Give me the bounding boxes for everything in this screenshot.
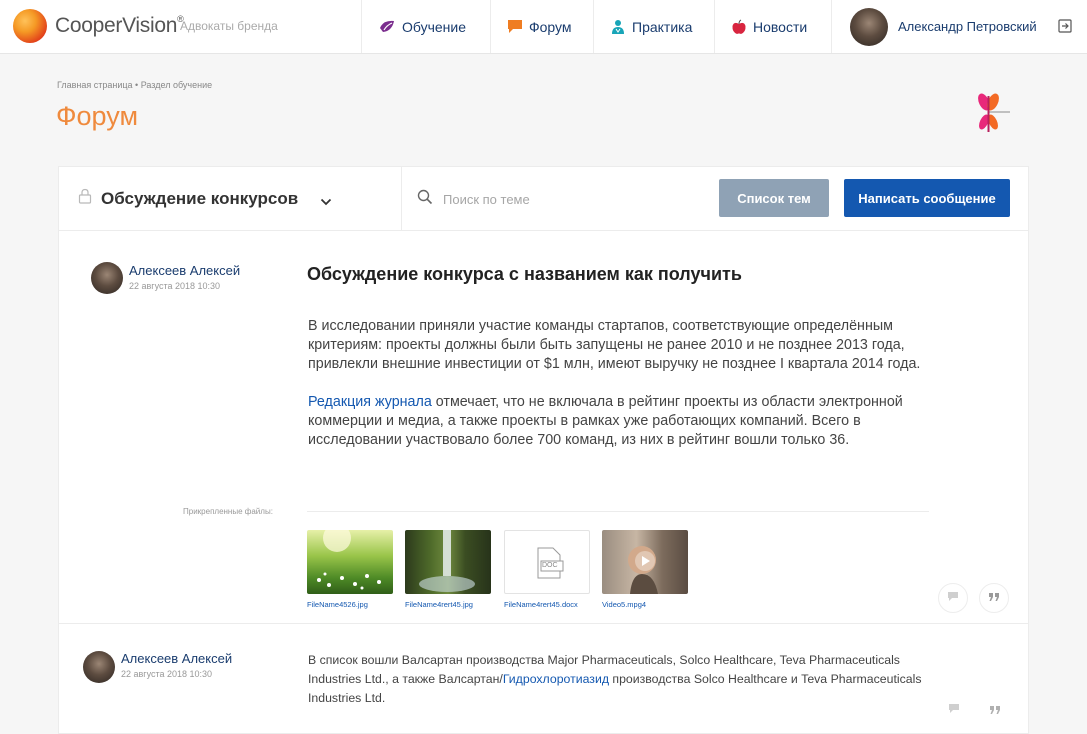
category-label: Обсуждение конкурсов xyxy=(101,188,299,208)
attachment-file[interactable]: Video5.mpg4 xyxy=(602,530,688,609)
graduation-icon xyxy=(378,19,396,35)
attachment-file[interactable]: DOC FileName4rert45.docx xyxy=(504,530,590,609)
topic-list-button[interactable]: Список тем xyxy=(719,179,829,217)
post-date: 22 августа 2018 10:30 xyxy=(121,669,213,679)
lock-icon xyxy=(78,188,92,209)
reply-button[interactable] xyxy=(938,583,968,613)
file-name[interactable]: FileName4526.jpg xyxy=(307,600,393,609)
breadcrumb[interactable]: Главная страница • Раздел обучение xyxy=(57,80,212,90)
image-thumbnail[interactable] xyxy=(307,530,393,594)
post-body: В исследовании приняли участие команды с… xyxy=(308,317,938,469)
apple-icon xyxy=(731,19,747,35)
file-name[interactable]: FileName4rert45.docx xyxy=(504,600,590,609)
write-message-button[interactable]: Написать сообщение xyxy=(844,179,1010,217)
brand-subtitle: Адвокаты бренда xyxy=(180,19,278,33)
quote-icon xyxy=(988,589,1000,607)
nav-item-practice[interactable]: Практика xyxy=(593,0,714,53)
nav-label: Форум xyxy=(529,18,572,35)
attachments-label: Прикрепленные файлы: xyxy=(183,507,273,516)
video-thumbnail[interactable] xyxy=(602,530,688,594)
nav-label: Новости xyxy=(753,18,808,35)
comment-icon xyxy=(947,589,959,607)
image-thumbnail[interactable] xyxy=(405,530,491,594)
author-name[interactable]: Алексеев Алексей xyxy=(121,651,232,666)
page-title: Форум xyxy=(56,101,139,131)
post-paragraph: Редакция журнала отмечает, что не включа… xyxy=(308,393,938,450)
divider xyxy=(307,511,929,512)
file-name[interactable]: Video5.mpg4 xyxy=(602,600,688,609)
post-author: Алексеев Алексей 22 августа 2018 10:30 xyxy=(83,651,232,683)
post-separator xyxy=(59,623,1029,624)
nav-item-news[interactable]: Новости xyxy=(714,0,831,53)
category-dropdown[interactable]: Обсуждение конкурсов xyxy=(59,167,402,230)
post-title: Обсуждение конкурса с названием как полу… xyxy=(307,264,742,284)
doc-badge: DOC xyxy=(542,562,558,569)
drug-link[interactable]: Гидрохлоротиазид xyxy=(503,672,609,686)
quote-icon[interactable] xyxy=(989,702,1001,720)
doctor-icon xyxy=(610,19,626,35)
nav-item-forum[interactable]: Форум xyxy=(490,0,593,53)
author-info: Алексеев Алексей 22 августа 2018 10:30 xyxy=(129,263,240,291)
comment-icon[interactable] xyxy=(948,701,960,719)
file-name[interactable]: FileName4rert45.jpg xyxy=(405,600,491,609)
journal-link[interactable]: Редакция журнала xyxy=(308,394,432,410)
coopervision-logo-icon[interactable] xyxy=(13,9,47,43)
post-date: 22 августа 2018 10:30 xyxy=(129,281,221,291)
chat-icon xyxy=(507,19,523,34)
nav-label: Обучение xyxy=(402,18,467,35)
post-paragraph: В исследовании приняли участие команды с… xyxy=(308,318,921,372)
user-name[interactable]: Александр Петровский xyxy=(898,19,1037,34)
author-info: Алексеев Алексей 22 августа 2018 10:30 xyxy=(121,651,232,679)
logout-icon[interactable] xyxy=(1057,18,1073,39)
top-header: CooperVision® Адвокаты бренда Обучение Ф… xyxy=(0,0,1087,54)
search-input[interactable] xyxy=(443,192,683,207)
user-avatar[interactable] xyxy=(850,7,888,46)
user-menu[interactable]: Александр Петровский xyxy=(831,0,1087,53)
post-body: В список вошли Валсартан производства Ma… xyxy=(308,651,948,708)
author-name[interactable]: Алексеев Алексей xyxy=(129,263,240,278)
forum-toolbar: Обсуждение конкурсов Список тем Написать… xyxy=(59,167,1029,231)
nav-item-education[interactable]: Обучение xyxy=(361,0,490,53)
play-icon[interactable] xyxy=(635,551,655,571)
doc-thumbnail[interactable]: DOC xyxy=(504,530,590,594)
author-avatar[interactable] xyxy=(83,651,115,683)
nav-label: Практика xyxy=(632,18,693,35)
search-bar xyxy=(417,189,683,210)
forum-card: Обсуждение конкурсов Список тем Написать… xyxy=(58,166,1029,734)
search-icon[interactable] xyxy=(417,189,433,210)
quote-button[interactable] xyxy=(979,583,1009,613)
author-avatar[interactable] xyxy=(91,262,123,294)
chevron-down-icon[interactable] xyxy=(320,193,332,211)
dragonfly-icon xyxy=(974,92,1010,139)
attachment-file[interactable]: FileName4526.jpg xyxy=(307,530,393,609)
attachment-file[interactable]: FileName4rert45.jpg xyxy=(405,530,491,609)
brand-logo-text[interactable]: CooperVision® xyxy=(55,14,184,38)
post-author: Алексеев Алексей 22 августа 2018 10:30 xyxy=(91,262,240,294)
